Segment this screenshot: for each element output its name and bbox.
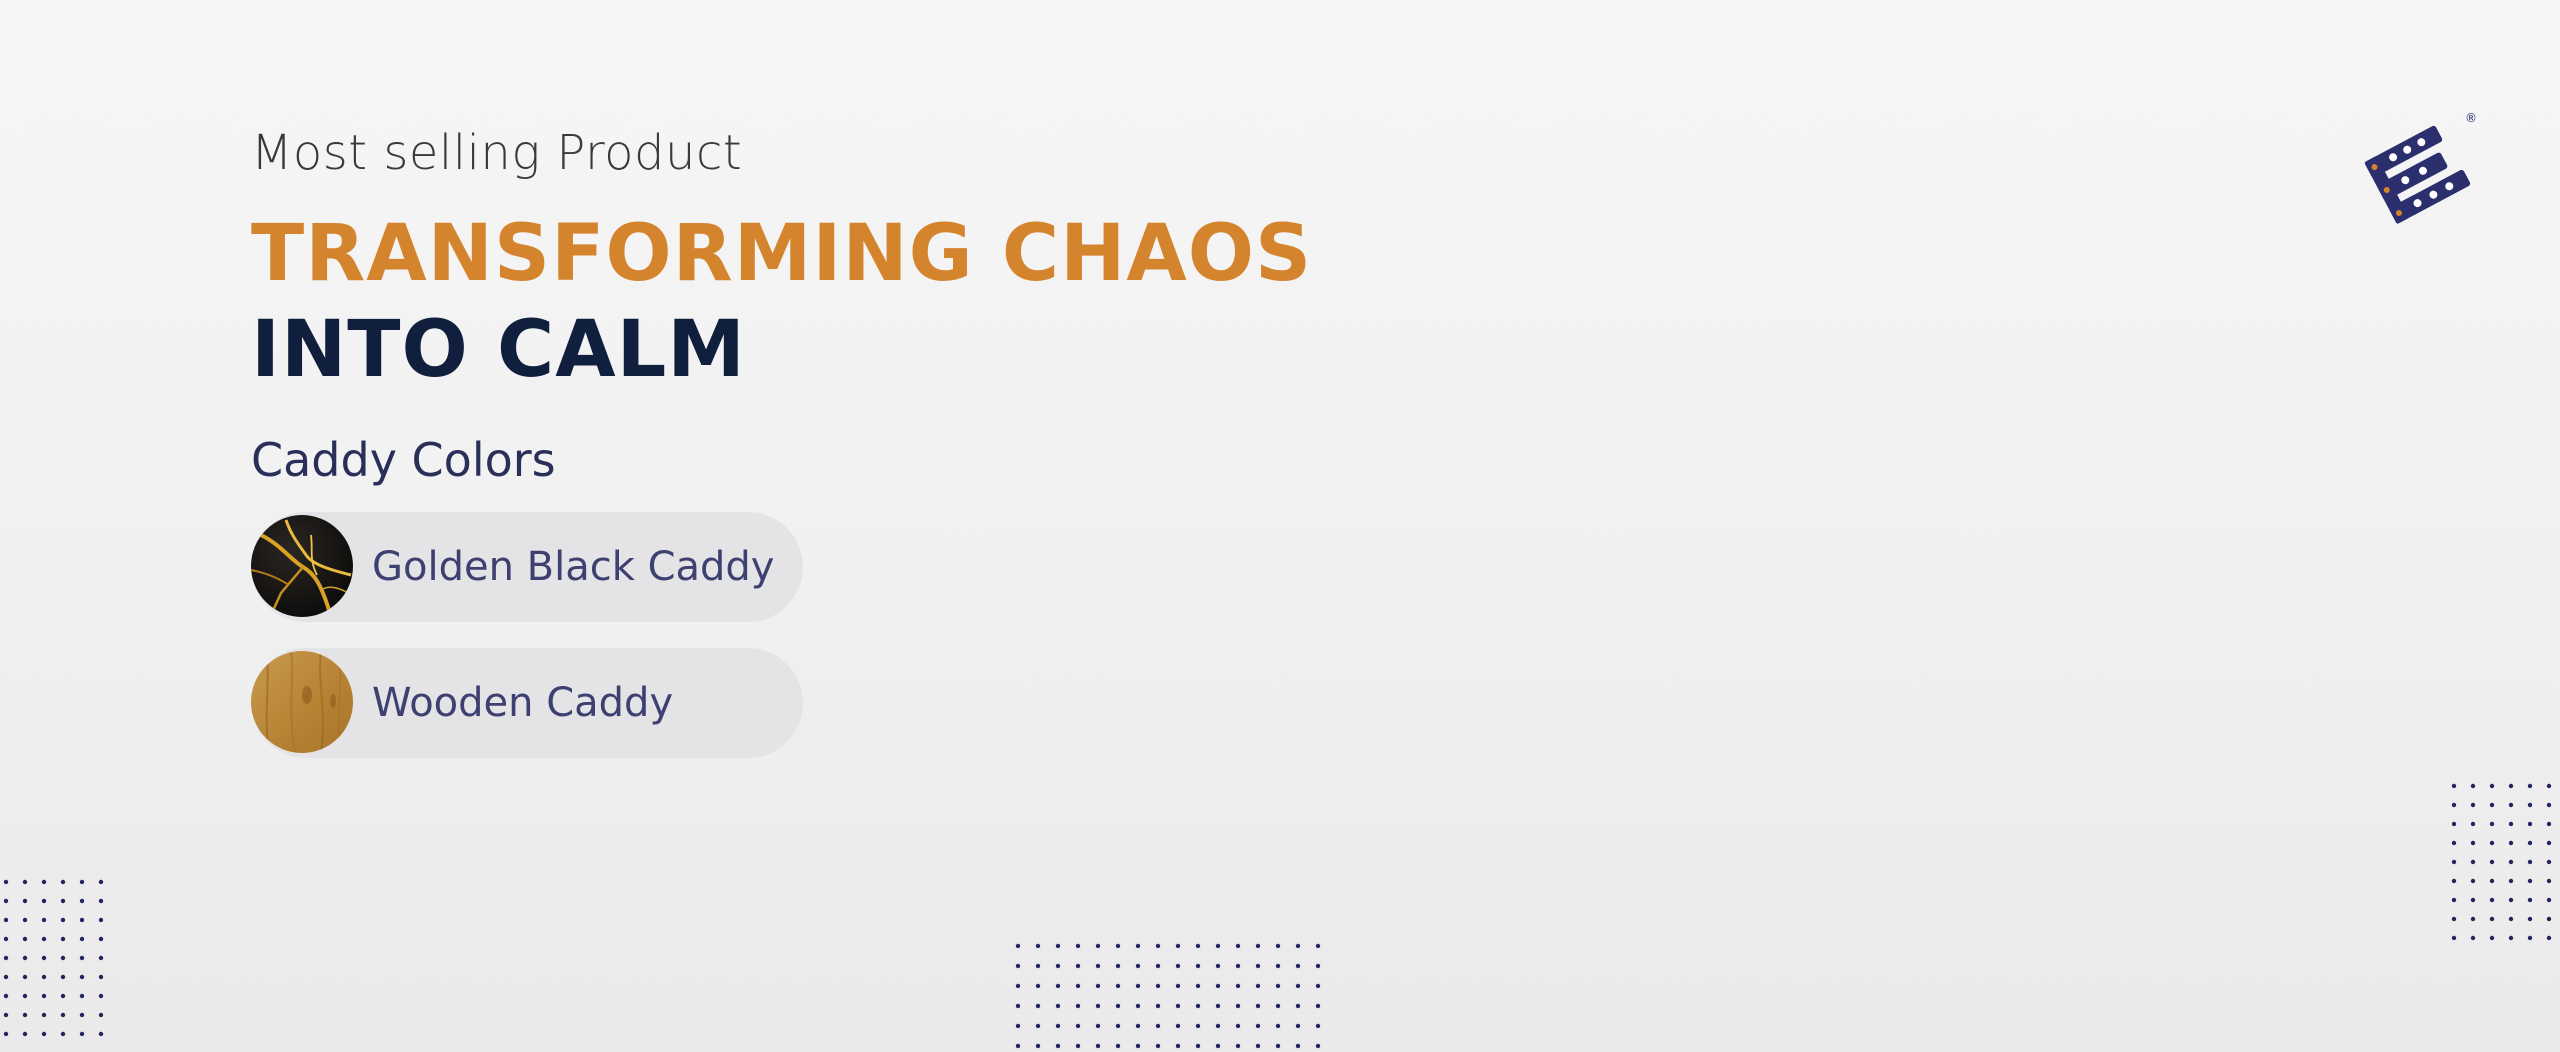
- color-option-label: Wooden Caddy: [372, 680, 674, 726]
- decorative-dot-grid-bottom-left: [0, 876, 112, 1052]
- decorative-dot-grid-bottom-right: [2448, 780, 2560, 952]
- color-option-golden-black[interactable]: Golden Black Caddy: [251, 512, 803, 622]
- registered-trademark-mark: ®: [2465, 111, 2477, 125]
- color-option-label: Golden Black Caddy: [372, 544, 775, 590]
- headline-line-2: INTO CALM: [251, 305, 746, 395]
- golden-black-marble-swatch: [251, 515, 353, 617]
- decorative-dot-grid-bottom-center: [1012, 940, 1342, 1052]
- wood-grain-swatch: [251, 651, 353, 753]
- color-option-wooden[interactable]: Wooden Caddy: [251, 648, 803, 758]
- hero-subtitle: Most selling Product: [251, 125, 743, 181]
- brand-logo: ®: [2360, 108, 2480, 248]
- headline-line-1: TRANSFORMING CHAOS: [251, 209, 1313, 299]
- caddy-colors-label: Caddy Colors: [251, 433, 556, 487]
